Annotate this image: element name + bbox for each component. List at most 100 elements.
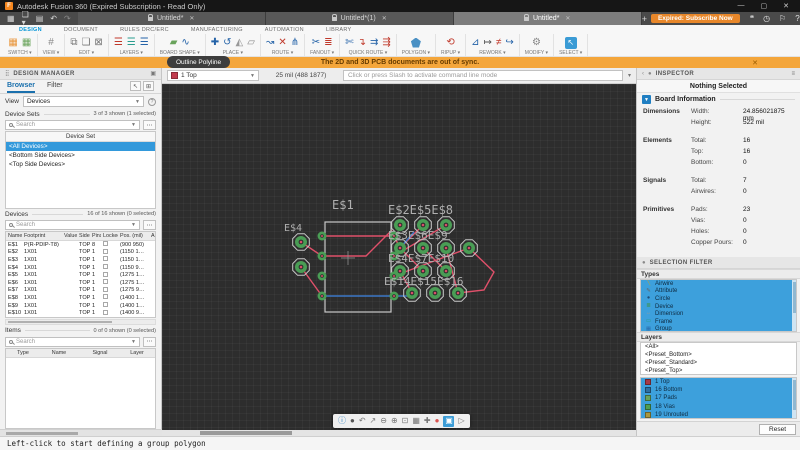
ribbon-tab-manufacturing[interactable]: MANUFACTURING — [180, 27, 254, 33]
comment-icon[interactable]: ❝ — [750, 14, 754, 23]
table-row[interactable]: E$8 1X01 TOP 1 (1400 1… — [6, 294, 155, 302]
job-status-icon[interactable]: ◷ — [763, 14, 770, 23]
table-row[interactable]: E$2 1X01 TOP 1 (1150 1… — [6, 248, 155, 257]
type-filter-row[interactable]: ↔ Dimension — [641, 310, 796, 318]
close-icon[interactable]: ✕ — [382, 15, 387, 22]
app-grid-icon[interactable]: ▦ — [7, 14, 15, 23]
layer-filter-row[interactable]: 17 Pads — [641, 394, 796, 403]
document-tab[interactable]: Untitled* ✕ — [77, 12, 266, 25]
rework-extend-icon[interactable]: ↦ — [484, 37, 492, 48]
tab-filter[interactable]: Filter — [47, 82, 63, 93]
layers-stack-red-icon[interactable]: ☰ — [114, 37, 123, 48]
column-header[interactable]: Value — [62, 233, 77, 239]
highlight-tool-button[interactable]: ⊞ — [143, 81, 154, 91]
devices-table-hscrollbar[interactable] — [5, 318, 156, 325]
fanout-stack-icon[interactable]: ≣ — [324, 37, 332, 48]
copy-icon[interactable]: ⧉ — [70, 37, 77, 48]
layer-filter-row[interactable]: 19 Unrouted — [641, 410, 796, 418]
type-filter-row[interactable]: ▭ Frame — [641, 317, 796, 326]
undo-view-icon[interactable]: ↶ — [359, 417, 366, 425]
data-panel-icon[interactable]: ▤ — [36, 14, 44, 23]
route-fan-icon[interactable]: ⋔ — [291, 37, 299, 48]
device-set-column-header[interactable]: Device Set — [6, 132, 155, 142]
layer-dropdown[interactable]: 1 Top ▼ — [167, 70, 259, 81]
paste-icon[interactable]: ❏ — [81, 37, 90, 48]
ribbon-group-label[interactable]: RIPUP ▾ — [441, 50, 460, 56]
column-header[interactable]: Pos. (mil) — [118, 233, 149, 239]
cursor-mode-icon[interactable]: ▷ — [458, 417, 464, 425]
ribbon-group-label[interactable]: REWORK ▾ — [479, 50, 505, 56]
column-header[interactable]: Locked — [101, 233, 118, 239]
notification-icon[interactable]: ⚐ — [779, 14, 786, 23]
mirror-icon[interactable]: ◭ — [236, 37, 244, 48]
ribbon-group-label[interactable]: FANOUT ▾ — [310, 50, 334, 56]
layers-scrollbar[interactable] — [792, 378, 796, 418]
ribbon-tab-library[interactable]: LIBRARY — [315, 27, 363, 33]
file-menu-icon[interactable]: ❏ ▾ — [22, 10, 29, 27]
route-manual-icon[interactable]: ↝ — [266, 37, 274, 48]
view-dropdown[interactable]: Devices ▼ — [22, 96, 144, 107]
ribbon-group-label[interactable]: LAYERS ▾ — [120, 50, 143, 56]
fanout-cut-icon[interactable]: ✂ — [312, 37, 320, 48]
locked-checkbox[interactable] — [103, 264, 108, 270]
board-shape-icon[interactable]: ▰ — [170, 37, 178, 48]
ribbon-tab-design[interactable]: DESIGN — [8, 27, 53, 33]
rotate-icon[interactable]: ↺ — [223, 37, 231, 48]
redo-icon[interactable]: ↷ — [64, 14, 71, 23]
devices-search-input[interactable]: Search ▼ — [5, 220, 140, 230]
devices-menu-button[interactable]: ⋯ — [143, 220, 156, 230]
select-window-icon[interactable]: ▣ — [443, 415, 455, 427]
zoom-window-icon[interactable]: ⊡ — [402, 417, 409, 425]
locked-checkbox[interactable] — [103, 302, 108, 308]
ripup-icon[interactable]: ⟲ — [446, 37, 454, 48]
eye-icon[interactable]: ● — [350, 417, 355, 425]
layer-filter-row[interactable]: 18 Vias — [641, 402, 796, 411]
type-filter-row[interactable]: ▦ Group — [641, 325, 796, 331]
column-header[interactable]: A — [149, 233, 155, 239]
reset-button[interactable]: Reset — [759, 423, 796, 435]
ribbon-group-label[interactable]: ROUTE ▾ — [272, 50, 293, 56]
locked-checkbox[interactable] — [103, 241, 108, 247]
ribbon-group-label[interactable]: SWITCH ▾ — [8, 50, 32, 56]
undo-icon[interactable]: ↶ — [50, 14, 57, 23]
device-set-row[interactable]: <Bottom Side Devices> — [6, 151, 155, 160]
type-filter-row[interactable]: ✎ Attribute — [641, 287, 796, 296]
help-icon[interactable]: ? — [795, 14, 799, 23]
column-header[interactable]: Side — [77, 233, 90, 239]
layer-preset-row[interactable]: <All> — [641, 343, 796, 351]
route-diff-icon[interactable]: ✕ — [278, 37, 286, 48]
table-row[interactable]: E$3 1X01 TOP 1 (1150 1… — [6, 256, 155, 264]
device-sets-menu-button[interactable]: ⋯ — [143, 120, 156, 130]
rework-polyline-icon[interactable]: ⊿ — [471, 37, 479, 48]
table-row[interactable]: E$7 1X01 TOP 1 (1275 9… — [6, 286, 155, 295]
table-row[interactable]: E$5 1X01 TOP 1 (1275 1… — [6, 271, 155, 279]
command-line-input[interactable]: Click or press Slash to activate command… — [343, 70, 623, 81]
type-filter-row[interactable]: ● Circle — [641, 295, 796, 303]
quickroute-4-icon[interactable]: ⇶ — [382, 37, 390, 48]
types-scrollbar[interactable] — [792, 280, 796, 331]
tab-browser[interactable]: Browser — [7, 82, 36, 93]
layers-stack-teal-icon[interactable]: ☰ — [127, 37, 136, 48]
ribbon-group-label[interactable]: POLYGON ▾ — [402, 50, 430, 56]
locked-checkbox[interactable] — [103, 248, 108, 254]
wrench-icon[interactable]: ⚙ — [532, 37, 541, 48]
locked-checkbox[interactable] — [103, 256, 108, 262]
close-icon[interactable]: ✕ — [189, 15, 194, 22]
left-panel-hscrollbar[interactable] — [0, 429, 162, 436]
collapse-icon[interactable]: ‹ — [642, 71, 644, 77]
ribbon-group-label[interactable]: QUICK ROUTE ▾ — [349, 50, 388, 56]
layer-filter-row[interactable]: 16 Bottom — [641, 386, 796, 395]
quickroute-2-icon[interactable]: ↴ — [358, 37, 366, 48]
grid-settings-icon[interactable]: ▦ — [412, 417, 420, 425]
type-filter-row[interactable]: ╲ Airwire — [641, 280, 796, 288]
ribbon-tab-automation[interactable]: AUTOMATION — [254, 27, 315, 33]
ribbon-group-label[interactable]: SELECT ▾ — [559, 50, 582, 56]
zoom-in-icon[interactable]: ⊕ — [391, 417, 398, 425]
ribbon-tab-rules-drc-erc[interactable]: RULES DRC/ERC — [109, 27, 180, 33]
device-sets-search-input[interactable]: Search ▼ — [5, 120, 140, 130]
quickroute-1-icon[interactable]: ✄ — [345, 37, 353, 48]
column-header[interactable]: Type — [6, 350, 38, 356]
type-filter-row[interactable]: ≣ Device — [641, 302, 796, 311]
quickroute-3-icon[interactable]: ⇉ — [370, 37, 378, 48]
document-tab[interactable]: Untitled*(1) ✕ — [265, 12, 454, 25]
